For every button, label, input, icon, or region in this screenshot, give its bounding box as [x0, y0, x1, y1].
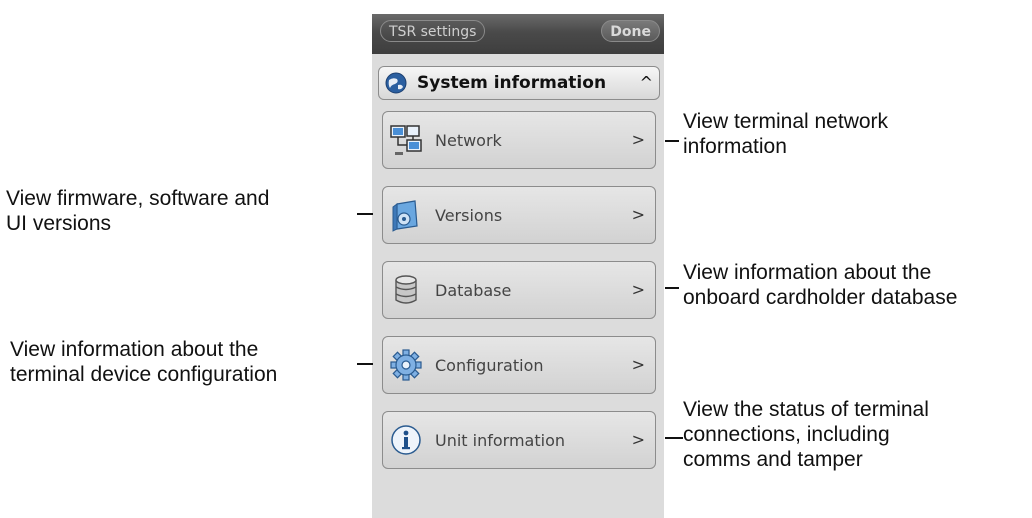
- section-title: System information: [417, 73, 607, 93]
- database-icon: [389, 273, 423, 307]
- callout-line: connections, including: [683, 423, 890, 446]
- callout-line: UI versions: [6, 212, 112, 235]
- callout-database: View information about the onboard cardh…: [683, 260, 957, 310]
- chevron-right-icon: >: [631, 130, 645, 149]
- collapse-caret-icon: ^: [639, 73, 653, 92]
- callout-line: onboard cardholder database: [683, 286, 958, 309]
- globe-icon: [385, 72, 407, 94]
- callout-line: terminal device configuration: [10, 363, 278, 386]
- gear-icon: [389, 348, 423, 382]
- menu-item-versions[interactable]: Versions >: [382, 186, 656, 244]
- menu-item-database[interactable]: Database >: [382, 261, 656, 319]
- menu-item-configuration[interactable]: Configuration >: [382, 336, 656, 394]
- callout-line: View information about the: [683, 261, 932, 284]
- callout-line: comms and tamper: [683, 448, 863, 471]
- device-screen: TSR settings Done System information ^ N…: [372, 14, 664, 518]
- versions-box-icon: [389, 198, 423, 232]
- menu-item-network[interactable]: Network >: [382, 111, 656, 169]
- network-computers-icon: [389, 123, 423, 157]
- leader-line: [665, 437, 683, 439]
- leader-line: [665, 140, 679, 142]
- callout-line: View information about the: [10, 338, 259, 361]
- callout-line: View terminal network: [683, 110, 889, 133]
- chevron-right-icon: >: [631, 280, 645, 299]
- callout-line: View firmware, software and: [6, 187, 270, 210]
- title-bar: TSR settings Done: [372, 14, 664, 54]
- leader-line: [357, 213, 373, 215]
- callout-network: View terminal network information: [683, 109, 888, 159]
- callout-versions: View firmware, software and UI versions: [6, 186, 269, 236]
- tsr-settings-back-button[interactable]: TSR settings: [380, 20, 486, 42]
- menu-item-label: Database: [435, 280, 512, 300]
- documentation-figure: TSR settings Done System information ^ N…: [0, 0, 1032, 518]
- system-information-header[interactable]: System information ^: [378, 66, 660, 100]
- menu-item-label: Versions: [435, 205, 503, 225]
- leader-line: [665, 287, 679, 289]
- menu-item-unit-information[interactable]: Unit information >: [382, 411, 656, 469]
- callout-line: View the status of terminal: [683, 398, 929, 421]
- callout-line: information: [683, 135, 787, 158]
- menu-item-label: Network: [435, 130, 502, 150]
- chevron-right-icon: >: [631, 355, 645, 374]
- chevron-right-icon: >: [631, 430, 645, 449]
- menu-item-label: Configuration: [435, 355, 544, 375]
- chevron-right-icon: >: [631, 205, 645, 224]
- menu-item-label: Unit information: [435, 430, 565, 450]
- callout-configuration: View information about the terminal devi…: [10, 337, 277, 387]
- done-button[interactable]: Done: [601, 20, 660, 42]
- leader-line: [357, 363, 373, 365]
- info-icon: [389, 423, 423, 457]
- callout-unit-information: View the status of terminal connections,…: [683, 397, 929, 472]
